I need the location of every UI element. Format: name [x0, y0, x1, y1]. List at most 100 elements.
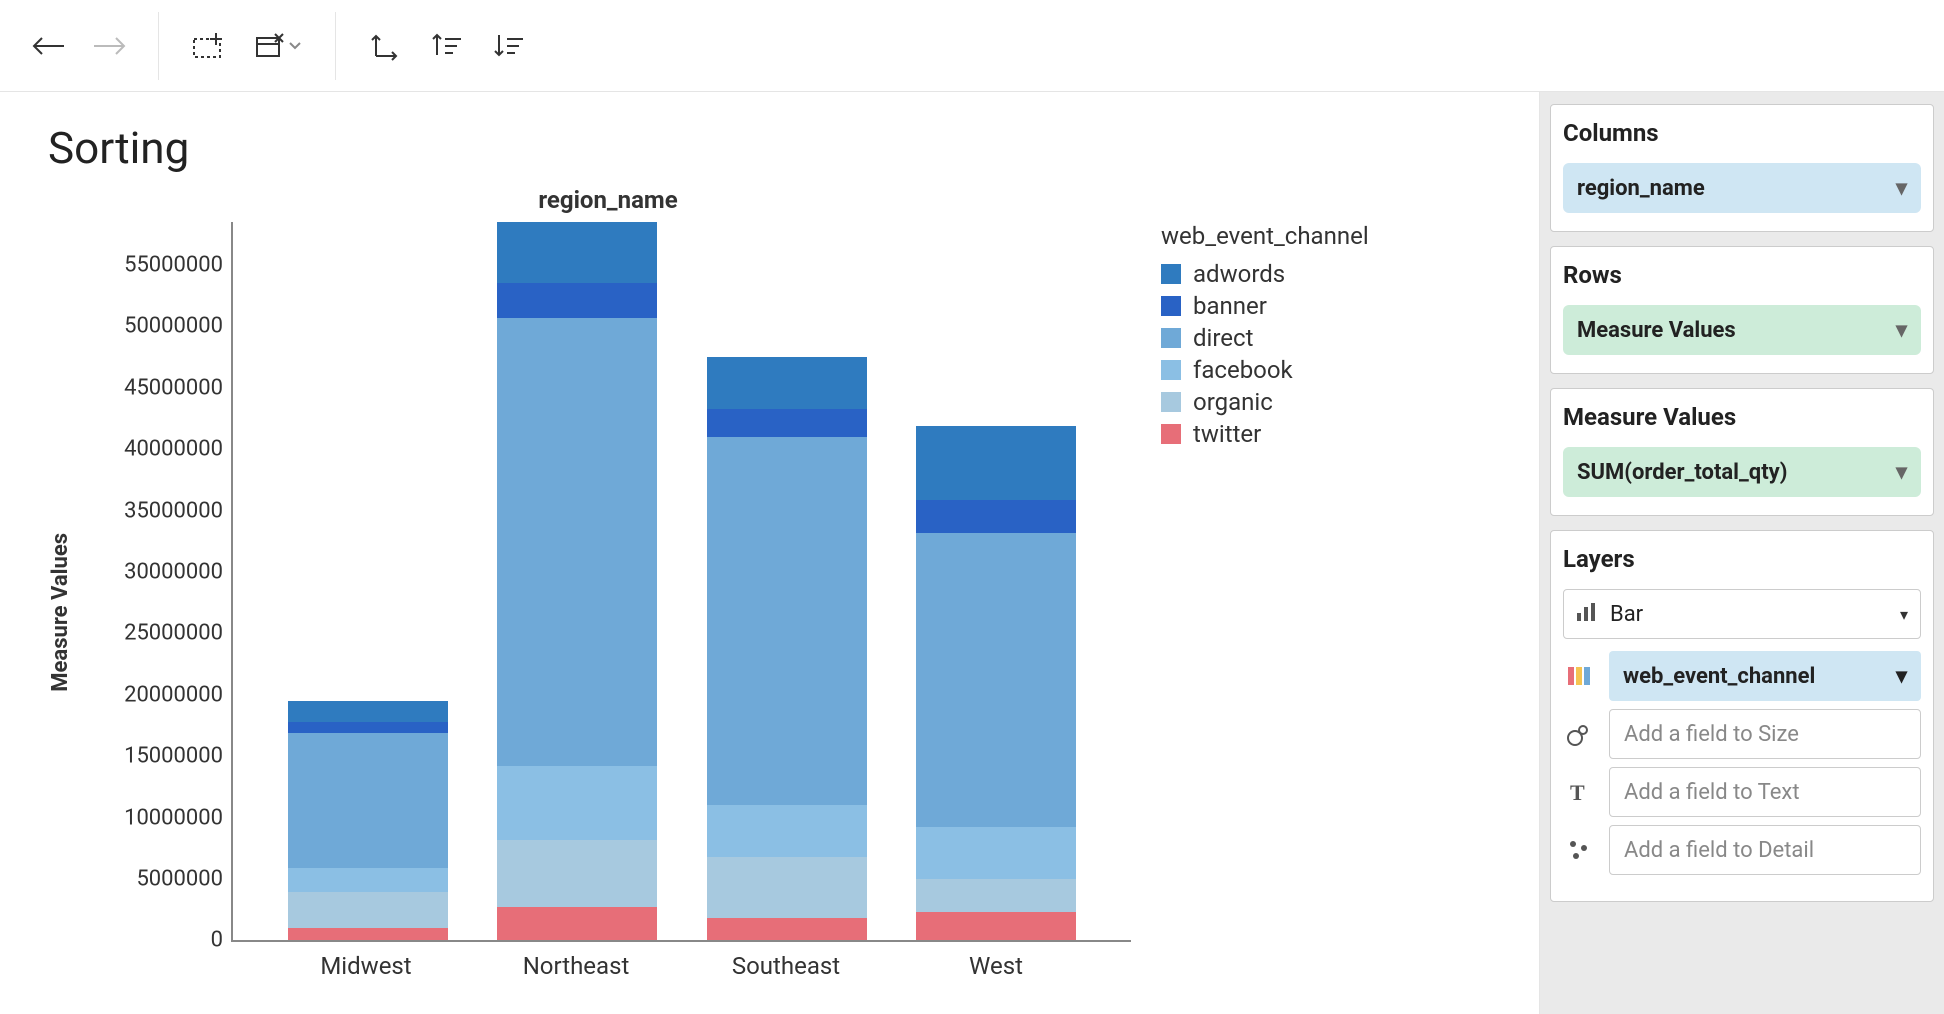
y-tick: 0: [211, 928, 223, 953]
bar-segment[interactable]: [497, 222, 657, 283]
page-title: Sorting: [48, 122, 1519, 174]
bar-segment[interactable]: [916, 879, 1076, 912]
bar-segment[interactable]: [497, 907, 657, 940]
y-tick: 20000000: [124, 682, 223, 707]
rows-pill[interactable]: Measure Values ▾: [1563, 305, 1921, 355]
layer-size-field[interactable]: Add a field to Size: [1609, 709, 1921, 759]
stacked-bar[interactable]: [916, 426, 1076, 941]
stacked-bar[interactable]: [497, 222, 657, 940]
bar-segment[interactable]: [288, 733, 448, 868]
legend-item[interactable]: facebook: [1161, 356, 1369, 384]
bar-segment[interactable]: [916, 500, 1076, 533]
layer-size-placeholder: Add a field to Size: [1624, 722, 1799, 747]
bar-segment[interactable]: [288, 928, 448, 940]
x-tick: West: [916, 952, 1076, 980]
bar-segment[interactable]: [707, 918, 867, 940]
bar-segment[interactable]: [288, 722, 448, 733]
legend-label: banner: [1193, 292, 1267, 320]
bar-segment[interactable]: [707, 805, 867, 857]
layer-text-field[interactable]: Add a field to Text: [1609, 767, 1921, 817]
sort-descending-button[interactable]: [480, 18, 536, 74]
legend-swatch: [1161, 392, 1181, 412]
legend: web_event_channel adwordsbannerdirectfac…: [1161, 222, 1369, 452]
bar-chart-icon: [1576, 601, 1598, 627]
y-tick: 15000000: [124, 744, 223, 769]
legend-label: adwords: [1193, 260, 1285, 288]
rows-shelf: Rows Measure Values ▾: [1550, 246, 1934, 374]
legend-label: twitter: [1193, 420, 1261, 448]
chart-area: Sorting region_name Measure Values 0 5000…: [0, 92, 1540, 1014]
chevron-down-icon: ▾: [1896, 318, 1907, 343]
bar-segment[interactable]: [497, 283, 657, 317]
chevron-down-icon: ▾: [1896, 460, 1907, 485]
layer-type-select[interactable]: Bar ▾: [1563, 589, 1921, 639]
bar-segment[interactable]: [707, 409, 867, 437]
bar-segment[interactable]: [497, 840, 657, 908]
forward-button[interactable]: [82, 18, 138, 74]
stacked-bar[interactable]: [707, 357, 867, 940]
bar-segment[interactable]: [288, 892, 448, 928]
y-axis-label: Measure Values: [48, 493, 73, 692]
sort-ascending-button[interactable]: [418, 18, 474, 74]
right-panel: Columns region_name ▾ Rows Measure Value…: [1540, 92, 1944, 1014]
rows-header: Rows: [1563, 261, 1921, 289]
y-tick: 25000000: [124, 621, 223, 646]
chart-title: region_name: [108, 186, 1108, 214]
new-worksheet-button[interactable]: [179, 18, 235, 74]
x-tick: Northeast: [496, 952, 656, 980]
bar-segment[interactable]: [707, 857, 867, 918]
legend-item[interactable]: direct: [1161, 324, 1369, 352]
bar-segment[interactable]: [707, 437, 867, 805]
legend-swatch: [1161, 328, 1181, 348]
stacked-bar[interactable]: [288, 701, 448, 940]
pill-label: SUM(order_total_qty): [1577, 460, 1787, 485]
layer-color-label: web_event_channel: [1623, 664, 1815, 689]
legend-item[interactable]: twitter: [1161, 420, 1369, 448]
palette-icon: [1563, 660, 1595, 692]
chevron-down-icon: [289, 42, 301, 50]
bar-segment[interactable]: [288, 701, 448, 722]
swap-axes-button[interactable]: [356, 18, 412, 74]
legend-item[interactable]: adwords: [1161, 260, 1369, 288]
y-tick: 40000000: [124, 437, 223, 462]
legend-label: organic: [1193, 388, 1273, 416]
bar-segment[interactable]: [497, 766, 657, 840]
chevron-down-icon: ▾: [1900, 605, 1908, 624]
y-tick: 5000000: [136, 866, 223, 891]
bar-segment[interactable]: [916, 426, 1076, 500]
bar-segment[interactable]: [497, 318, 657, 766]
columns-pill[interactable]: region_name ▾: [1563, 163, 1921, 213]
legend-label: direct: [1193, 324, 1253, 352]
chart-plot[interactable]: 0 5000000 10000000 15000000 20000000 25000000…: [81, 222, 1131, 962]
toolbar-divider: [158, 12, 159, 80]
bar-segment[interactable]: [916, 533, 1076, 828]
layer-color-field[interactable]: web_event_channel ▾: [1609, 651, 1921, 701]
bar-segment[interactable]: [288, 868, 448, 893]
text-icon: T: [1563, 776, 1595, 808]
size-icon: [1563, 718, 1595, 750]
y-tick: 35000000: [124, 498, 223, 523]
y-tick: 10000000: [124, 805, 223, 830]
bar-segment[interactable]: [916, 827, 1076, 879]
x-tick: Midwest: [286, 952, 446, 980]
chevron-down-icon: ▾: [1896, 176, 1907, 201]
bar-segment[interactable]: [916, 912, 1076, 940]
clear-sheet-button[interactable]: [241, 18, 315, 74]
layer-type-label: Bar: [1610, 602, 1888, 627]
layer-detail-field[interactable]: Add a field to Detail: [1609, 825, 1921, 875]
legend-swatch: [1161, 360, 1181, 380]
y-tick: 45000000: [124, 375, 223, 400]
x-tick: Southeast: [706, 952, 866, 980]
measure-values-pill[interactable]: SUM(order_total_qty) ▾: [1563, 447, 1921, 497]
back-button[interactable]: [20, 18, 76, 74]
legend-item[interactable]: banner: [1161, 292, 1369, 320]
legend-item[interactable]: organic: [1161, 388, 1369, 416]
legend-swatch: [1161, 296, 1181, 316]
detail-icon: [1563, 834, 1595, 866]
pill-label: Measure Values: [1577, 318, 1736, 343]
bar-segment[interactable]: [707, 357, 867, 409]
measure-values-shelf: Measure Values SUM(order_total_qty) ▾: [1550, 388, 1934, 516]
legend-swatch: [1161, 264, 1181, 284]
measure-values-header: Measure Values: [1563, 403, 1921, 431]
legend-label: facebook: [1193, 356, 1293, 384]
